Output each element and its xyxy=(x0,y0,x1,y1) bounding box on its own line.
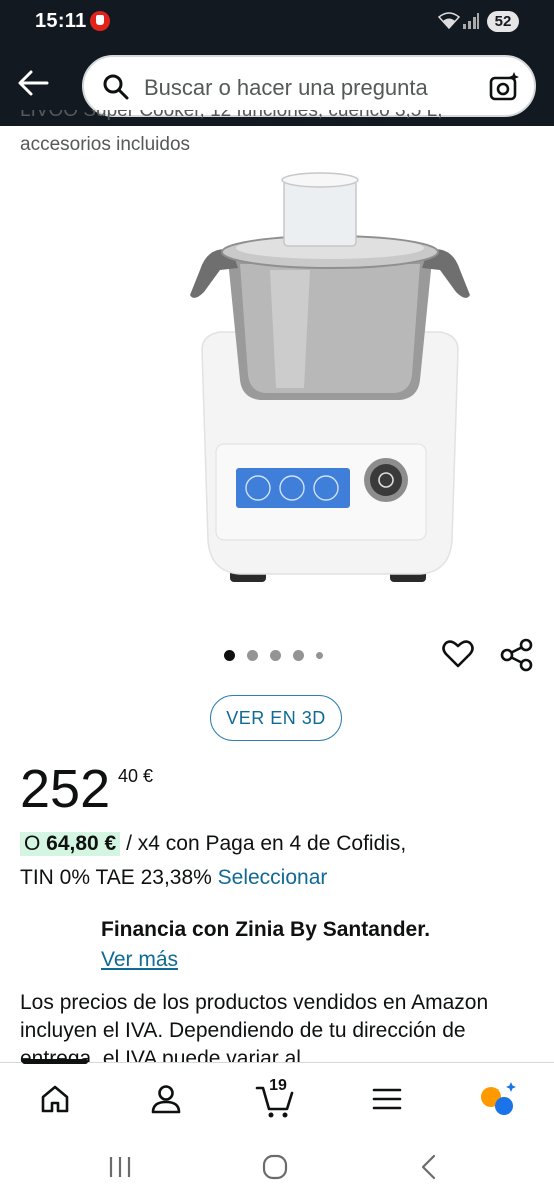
view-3d-button[interactable]: VER EN 3D xyxy=(210,695,342,741)
recent-apps-icon[interactable] xyxy=(105,1152,135,1182)
notification-icon xyxy=(90,11,110,31)
person-icon xyxy=(151,1085,181,1114)
installment-plan: / x4 con Paga en 4 de Cofidis, xyxy=(120,832,407,855)
nav-menu[interactable] xyxy=(365,1077,409,1121)
gallery-dot[interactable] xyxy=(316,651,323,659)
search-input[interactable]: Buscar o hacer una pregunta xyxy=(144,75,428,101)
product-image[interactable] xyxy=(180,160,480,590)
battery-level: 52 xyxy=(487,11,519,32)
select-installment-link[interactable]: Seleccionar xyxy=(218,866,328,889)
back-nav-icon[interactable] xyxy=(415,1152,445,1182)
system-navigation xyxy=(0,1134,554,1200)
installment-amount: 64,80 € xyxy=(46,832,117,855)
home-button-icon[interactable] xyxy=(260,1152,290,1182)
status-time: 15:11 xyxy=(35,10,87,32)
menu-icon xyxy=(372,1088,402,1110)
zinia-financing-title: Financia con Zinia By Santander. xyxy=(101,918,431,941)
status-bar: 15:11 52 xyxy=(0,0,554,44)
signal-icon xyxy=(463,13,479,29)
active-tab-indicator xyxy=(22,1059,88,1064)
price-whole: 252 xyxy=(20,759,111,819)
bottom-navigation: 19 xyxy=(0,1059,554,1134)
camera-search-icon[interactable] xyxy=(488,71,520,103)
heart-icon[interactable] xyxy=(442,638,474,670)
cart-count: 19 xyxy=(269,1077,287,1094)
product-title: accesorios incluidos xyxy=(20,134,191,155)
gallery-dot[interactable] xyxy=(293,649,304,661)
top-bar: 15:11 52 Buscar o hacer una pregunta xyxy=(0,0,554,126)
installment-badge: O 64,80 € xyxy=(20,832,121,856)
nav-account[interactable] xyxy=(144,1077,188,1121)
rufus-assistant-icon xyxy=(481,1082,516,1115)
home-icon xyxy=(41,1085,69,1113)
nav-home[interactable] xyxy=(33,1077,77,1121)
gallery-pagination[interactable] xyxy=(224,648,323,662)
product-title-partial: LIVOO Super Cooker, 12 funciones, cuenco… xyxy=(20,110,443,121)
share-icon[interactable] xyxy=(500,638,534,672)
arrow-left-icon xyxy=(18,70,49,96)
tax-note: Los precios de los productos vendidos en… xyxy=(20,991,489,1063)
nav-rufus[interactable] xyxy=(476,1077,520,1121)
search-icon xyxy=(103,74,129,100)
installment-offer: O 64,80 € / x4 con Paga en 4 de Cofidis, xyxy=(20,832,406,856)
gallery-dot[interactable] xyxy=(270,649,281,661)
gallery-dot-active[interactable] xyxy=(224,649,235,661)
wifi-icon xyxy=(438,12,460,30)
installment-rates: TIN 0% TAE 23,38% Seleccionar xyxy=(20,866,328,889)
zinia-more-link[interactable]: Ver más xyxy=(101,948,178,972)
back-button[interactable] xyxy=(14,64,52,102)
price-fraction: 40 € xyxy=(118,766,154,786)
search-bar[interactable]: Buscar o hacer una pregunta xyxy=(82,55,536,117)
price: 252 40 € xyxy=(20,756,153,822)
gallery-dot[interactable] xyxy=(247,649,258,661)
